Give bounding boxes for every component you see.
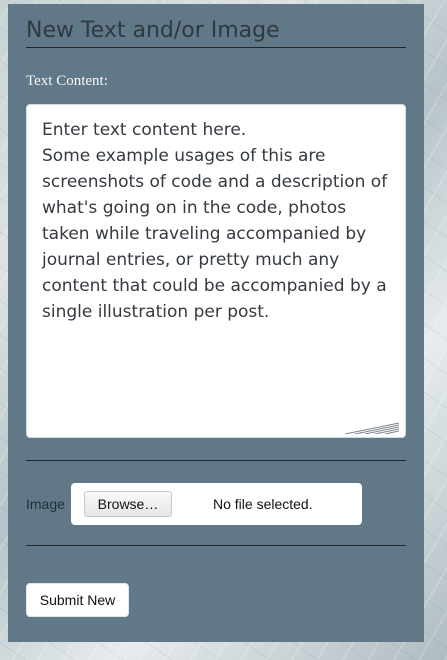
- browse-button[interactable]: Browse…: [84, 491, 172, 517]
- section-divider: [26, 545, 406, 546]
- text-content-input[interactable]: Enter text content here. Some example us…: [27, 105, 405, 437]
- submit-button[interactable]: Submit New: [26, 583, 129, 617]
- text-content-container: Enter text content here. Some example us…: [26, 104, 406, 438]
- image-label: Image: [26, 496, 65, 512]
- image-upload-row: Image Browse… No file selected.: [26, 483, 406, 525]
- section-divider: [26, 460, 406, 461]
- text-content-label: Text Content:: [26, 73, 108, 89]
- page-title: New Text and/or Image: [26, 19, 406, 48]
- file-input[interactable]: Browse… No file selected.: [71, 483, 362, 525]
- new-post-panel: New Text and/or Image Text Content: Ente…: [8, 4, 424, 642]
- file-status: No file selected.: [213, 496, 313, 512]
